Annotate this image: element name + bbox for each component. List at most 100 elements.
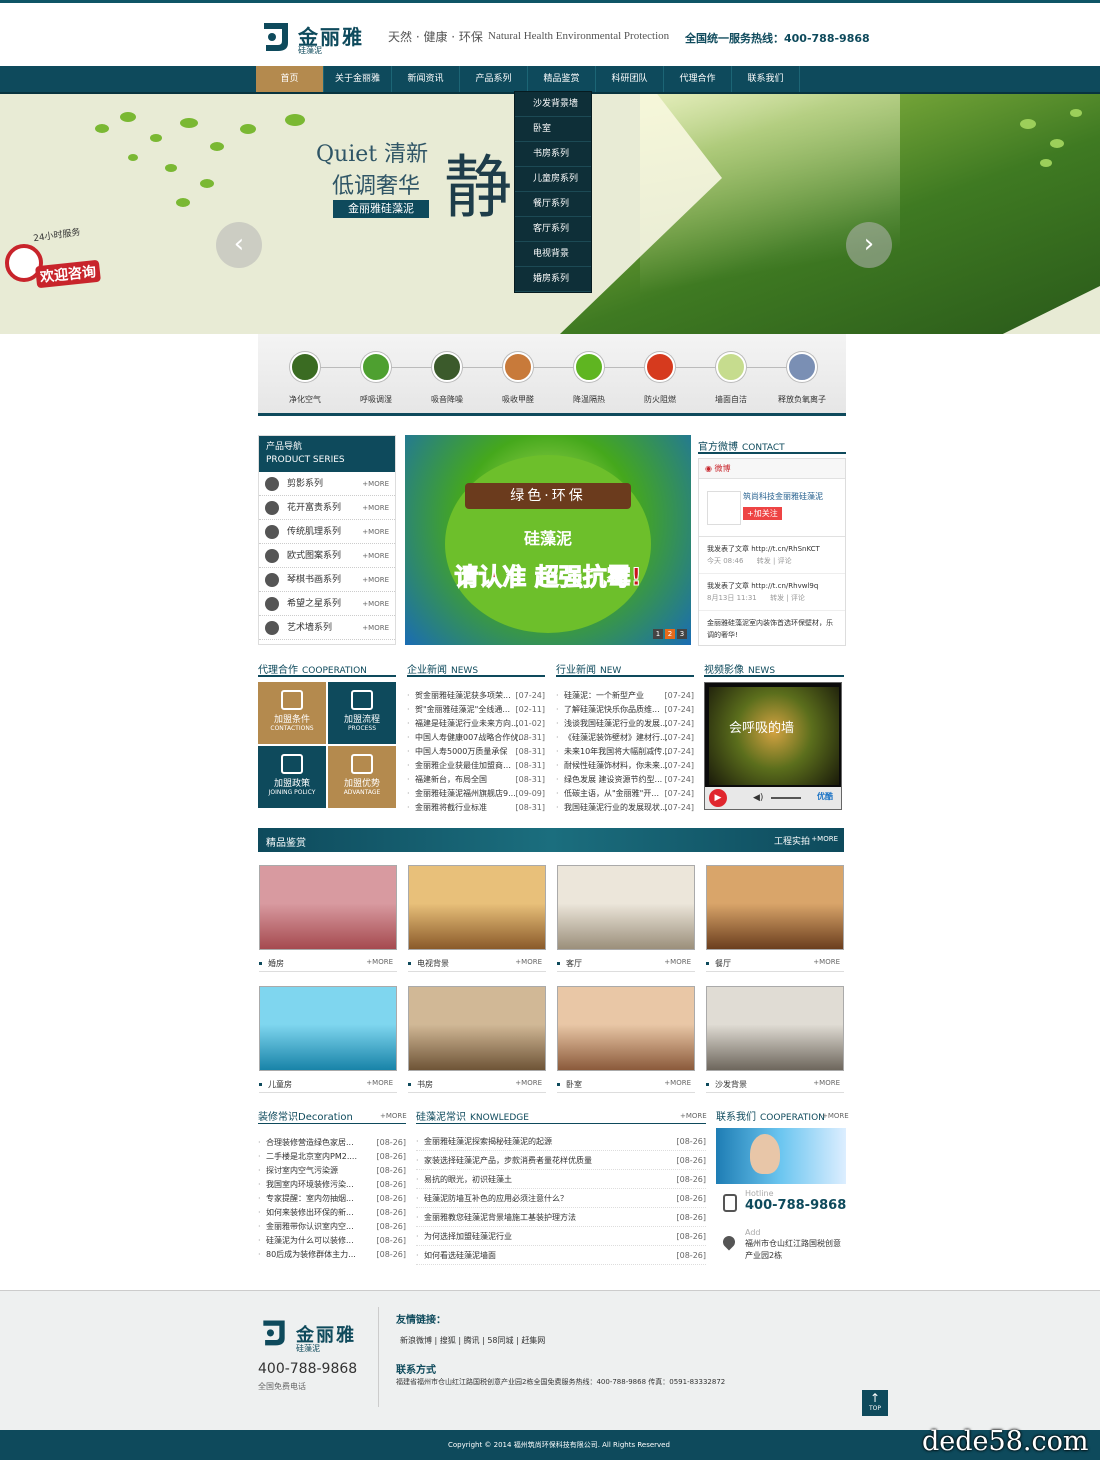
list-item[interactable]: 福建新台，布局全国 [08-31]: [407, 773, 545, 787]
list-item[interactable]: 家装选择硅藻泥产品，步款消费者量花样优质量 [08-26]: [416, 1151, 706, 1170]
list-item-title[interactable]: 金丽雅教您硅藻泥背景墙施工基装护理方法: [424, 1213, 576, 1222]
list-item-title[interactable]: 我国室内环境装修污染...: [266, 1180, 354, 1189]
list-item-title[interactable]: 绿色发展 建设资源节约型...: [564, 775, 662, 784]
list-item-title[interactable]: 我国硅藻泥行业的发展现状...: [564, 803, 668, 812]
more-link[interactable]: +MORE: [362, 544, 389, 568]
feature-item[interactable]: 降温隔热: [554, 352, 624, 405]
dropdown-item[interactable]: 书房系列: [515, 142, 591, 167]
list-item-title[interactable]: 福建是硅藻泥行业未来方向...: [415, 719, 519, 728]
list-item-title[interactable]: 《硅藻泥装饰壁材》建材行...: [564, 733, 668, 742]
list-item-title[interactable]: 探讨室内空气污染源: [266, 1166, 338, 1175]
list-item-title[interactable]: 贺金丽雅硅藻泥获多项荣...: [415, 691, 511, 700]
more-link[interactable]: +MORE: [515, 958, 542, 966]
video-player[interactable]: 会呼吸的墙 ▶ ◀) 优酷: [704, 682, 842, 810]
room-photo[interactable]: [557, 865, 695, 950]
dropdown-item[interactable]: 电视背景: [515, 242, 591, 267]
room-photo[interactable]: [259, 865, 397, 950]
play-icon[interactable]: ▶: [709, 789, 727, 807]
more-link[interactable]: +MORE: [362, 568, 389, 592]
weibo-post-actions[interactable]: 转发 | 评论: [757, 557, 792, 565]
room-photo[interactable]: [706, 865, 844, 950]
list-item[interactable]: 金丽雅带你认识室内空... [08-26]: [258, 1220, 406, 1234]
product-series-item[interactable]: 欧式图案系列 +MORE: [259, 544, 395, 568]
join-policy-tile[interactable]: 加盟政策 JOINING POLICY: [258, 746, 326, 808]
video-screen[interactable]: 会呼吸的墙: [709, 687, 839, 785]
list-item-title[interactable]: 金丽雅企业获最佳加盟商…: [415, 761, 511, 770]
list-item-title[interactable]: 硅藻泥：一个新型产业: [564, 691, 644, 700]
join-advantage-tile[interactable]: 加盟优势 ADVANTAGE: [328, 746, 396, 808]
slide-page-2[interactable]: 2: [665, 629, 675, 639]
nav-item-contact[interactable]: 联系我们: [732, 66, 800, 92]
feature-item[interactable]: 吸音降噪: [412, 352, 482, 405]
list-item[interactable]: 我国硅藻泥行业的发展现状...[07-24]: [556, 801, 694, 815]
nav-item-showcase[interactable]: 精品鉴赏: [528, 66, 596, 92]
list-item-title[interactable]: 金丽雅带你认识室内空...: [266, 1222, 354, 1231]
more-link[interactable]: +MORE: [362, 616, 389, 640]
list-item[interactable]: 贺金丽雅硅藻泥获多项荣... [07-24]: [407, 689, 545, 703]
room-photo[interactable]: [706, 986, 844, 1071]
more-link[interactable]: +MORE: [515, 1079, 542, 1087]
list-item[interactable]: 专家提醒：室内勿抽烟... [08-26]: [258, 1192, 406, 1206]
dropdown-item[interactable]: 餐厅系列: [515, 192, 591, 217]
room-label[interactable]: 餐厅: [715, 959, 731, 968]
friend-link[interactable]: 赶集网: [521, 1336, 545, 1345]
list-item-title[interactable]: 金丽雅硅藻泥探索揭秘硅藻泥的起源: [424, 1137, 552, 1146]
more-link[interactable]: +MORE: [664, 1079, 691, 1087]
list-item-title[interactable]: 金丽雅将截行业标准: [415, 803, 487, 812]
list-item-title[interactable]: 未来10年我国将大幅削减传...: [564, 747, 670, 756]
weibo-post-actions[interactable]: 转发 | 评论: [770, 594, 805, 602]
friend-link[interactable]: 腾讯: [464, 1336, 480, 1345]
nav-item-research[interactable]: 科研团队: [596, 66, 664, 92]
list-item[interactable]: 易抗的眼光，初识硅藻土 [08-26]: [416, 1170, 706, 1189]
banner-next-button[interactable]: ›: [846, 222, 892, 268]
more-link[interactable]: +MORE: [813, 1079, 840, 1087]
list-item[interactable]: 硅藻泥为什么可以装修... [08-26]: [258, 1234, 406, 1248]
dropdown-item[interactable]: 婚房系列: [515, 267, 591, 292]
list-item[interactable]: 金丽雅教您硅藻泥背景墙施工基装护理方法 [08-26]: [416, 1208, 706, 1227]
product-series-item[interactable]: 花开富贵系列 +MORE: [259, 496, 395, 520]
more-link[interactable]: +MORE: [362, 592, 389, 616]
room-photo[interactable]: [408, 986, 546, 1071]
friend-link[interactable]: 58同城: [487, 1336, 513, 1345]
list-item[interactable]: 低碳主语，从"金丽雅"开... [07-24]: [556, 787, 694, 801]
list-item-title[interactable]: 80后成为装修群体主力...: [266, 1250, 356, 1259]
list-item-title[interactable]: 如何来装修出环保的新...: [266, 1208, 354, 1217]
list-item-title[interactable]: 专家提醒：室内勿抽烟...: [266, 1194, 354, 1203]
volume-icon[interactable]: ◀): [753, 793, 763, 803]
list-item[interactable]: 金丽雅企业获最佳加盟商… [08-31]: [407, 759, 545, 773]
banner-prev-button[interactable]: ‹: [216, 222, 262, 268]
promo-slideshow[interactable]: 绿色·环保 硅藻泥 请认准 超强抗霉! 1 2 3: [405, 435, 691, 645]
room-photo[interactable]: [557, 986, 695, 1071]
list-item[interactable]: 贺"金丽雅硅藻泥"全线通... [02-11]: [407, 703, 545, 717]
room-photo[interactable]: [408, 865, 546, 950]
list-item[interactable]: 未来10年我国将大幅削减传...[07-24]: [556, 745, 694, 759]
product-series-item[interactable]: 剪影系列 +MORE: [259, 472, 395, 496]
slide-page-3[interactable]: 3: [677, 629, 687, 639]
friend-link[interactable]: 搜狐: [440, 1336, 456, 1345]
weibo-tab[interactable]: ◉ 微博: [699, 459, 845, 479]
list-item[interactable]: 如何来装修出环保的新... [08-26]: [258, 1206, 406, 1220]
product-series-item[interactable]: 传统肌理系列 +MORE: [259, 520, 395, 544]
list-item[interactable]: 金丽雅硅藻泥探索揭秘硅藻泥的起源 [08-26]: [416, 1132, 706, 1151]
list-item[interactable]: 为何选择加盟硅藻泥行业 [08-26]: [416, 1227, 706, 1246]
nav-item-agency[interactable]: 代理合作: [664, 66, 732, 92]
list-item[interactable]: 二手楼是北京室内PM2.... [08-26]: [258, 1150, 406, 1164]
slide-page-1[interactable]: 1: [653, 629, 663, 639]
list-item[interactable]: 福建是硅藻泥行业未来方向...[01-02]: [407, 717, 545, 731]
room-label[interactable]: 客厅: [566, 959, 582, 968]
list-item[interactable]: 合理装修营造绿色家居... [08-26]: [258, 1136, 406, 1150]
list-item[interactable]: 耐候性硅藻饰材料，你未来...[07-24]: [556, 759, 694, 773]
list-item[interactable]: 《硅藻泥装饰壁材》建材行...[07-24]: [556, 731, 694, 745]
list-item-title[interactable]: 易抗的眼光，初识硅藻土: [424, 1175, 512, 1184]
list-item[interactable]: 我国室内环境装修污染... [08-26]: [258, 1178, 406, 1192]
list-item-title[interactable]: 浅谈我国硅藻泥行业的发展...: [564, 719, 668, 728]
more-link[interactable]: +MORE: [366, 1079, 393, 1087]
back-to-top-button[interactable]: ↑ TOP: [862, 1390, 888, 1416]
showcase-more-link[interactable]: +MORE: [811, 835, 838, 843]
dropdown-item[interactable]: 沙发背景墙: [515, 92, 591, 117]
list-item[interactable]: 探讨室内空气污染源 [08-26]: [258, 1164, 406, 1178]
knowledge-more-link[interactable]: +MORE: [680, 1112, 707, 1120]
list-item-title[interactable]: 金丽雅硅藻泥福州旗舰店9...: [415, 789, 516, 798]
more-link[interactable]: +MORE: [813, 958, 840, 966]
list-item-title[interactable]: 耐候性硅藻饰材料，你未来...: [564, 761, 668, 770]
